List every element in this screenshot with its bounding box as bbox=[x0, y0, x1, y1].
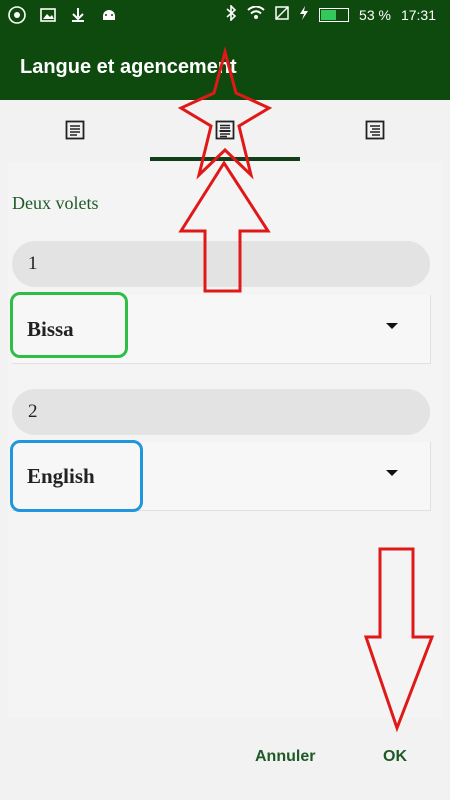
chevron-down-icon bbox=[386, 323, 398, 329]
highlight-box-blue bbox=[10, 440, 143, 512]
tab-interlinear[interactable] bbox=[300, 100, 450, 162]
status-bar-right: 53 % 17:31 bbox=[225, 4, 436, 24]
app-icon bbox=[8, 6, 26, 30]
ok-button[interactable]: OK bbox=[383, 748, 407, 766]
highlight-box-green bbox=[10, 292, 128, 358]
tab-two-pane[interactable] bbox=[150, 100, 300, 162]
dialog-actions: Annuler OK bbox=[0, 718, 450, 800]
charging-icon bbox=[299, 6, 309, 23]
two-pane-icon bbox=[215, 120, 235, 140]
bluetooth-icon bbox=[225, 4, 237, 24]
battery-percent: 53 % bbox=[359, 6, 391, 23]
chevron-down-icon bbox=[386, 470, 398, 476]
single-pane-icon bbox=[65, 120, 85, 140]
pane-1-number: 1 bbox=[28, 253, 38, 274]
tab-bar bbox=[0, 100, 450, 162]
android-icon bbox=[100, 6, 118, 30]
layout-title: Deux volets bbox=[12, 193, 99, 213]
page-title: Langue et agencement bbox=[20, 56, 237, 78]
pane-2-number: 2 bbox=[28, 401, 38, 422]
status-bar-left bbox=[8, 6, 118, 30]
pane-1-header: 1 bbox=[12, 241, 430, 287]
battery-icon bbox=[319, 7, 350, 22]
tab-single-pane[interactable] bbox=[0, 100, 150, 162]
app-bar: Langue et agencement bbox=[0, 32, 450, 100]
cancel-button[interactable]: Annuler bbox=[255, 748, 315, 766]
no-sim-icon bbox=[275, 6, 289, 23]
download-icon bbox=[70, 7, 86, 29]
interlinear-icon bbox=[365, 120, 385, 140]
pane-2-header: 2 bbox=[12, 389, 430, 435]
clock: 17:31 bbox=[400, 6, 436, 23]
image-icon bbox=[40, 7, 56, 29]
wifi-icon bbox=[247, 5, 265, 23]
selected-tab-indicator bbox=[150, 157, 300, 161]
status-bar: 53 % 17:31 bbox=[0, 0, 450, 32]
